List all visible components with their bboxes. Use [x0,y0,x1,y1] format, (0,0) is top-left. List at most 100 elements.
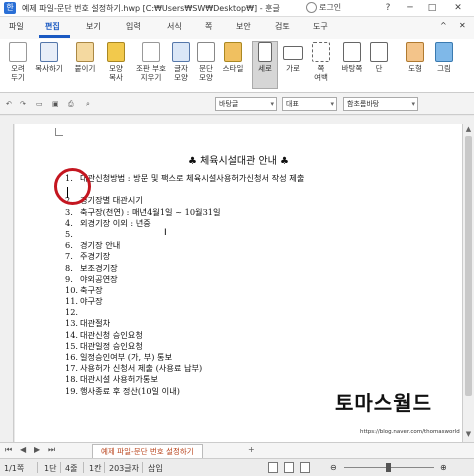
menu-security[interactable]: 보안 [236,21,251,32]
list-item-text: 일정승인여부 (가, 부) 통보 [80,352,173,362]
para-shape-button[interactable]: 문단 모양 [195,42,217,82]
format-painter-button[interactable]: 모양 복사 [103,42,129,82]
list-item: 11. 야구장 [65,296,445,307]
status-divider [60,462,61,473]
save-icon[interactable]: ▣ [52,97,59,111]
prev-tab-icon[interactable]: ◀ [20,445,26,454]
paste-icon [76,42,94,62]
paste-button[interactable]: 붙이기 [70,42,100,73]
list-item: 12. [65,307,445,318]
menu-review[interactable]: 검토 [275,21,290,32]
print-icon[interactable]: ⎙ [68,97,74,111]
list-item: 10. 축구장 [65,285,445,296]
menu-page[interactable]: 쪽 [205,21,212,32]
shape-button[interactable]: 도형 [404,42,426,73]
help-button[interactable]: ? [381,1,395,15]
collapse-ribbon-button[interactable]: ^ [440,21,447,30]
copy-icon [40,42,58,62]
list-item-number: 8. [65,262,73,273]
list-item-text: 대관절차 [80,318,111,329]
portrait-button[interactable]: 세로 [252,41,278,89]
shape-icon [406,42,424,62]
style-select[interactable]: 바탕글 [215,97,277,111]
title-bar: 한 예제 파일-문단 번호 설정하기.hwp [C:₩Users₩SW₩Desk… [0,0,474,17]
list-item: 7. 주경기장 [65,251,445,262]
redo-icon[interactable]: ↷ [20,97,26,111]
vertical-scrollbar[interactable]: ▲ ▼ [462,124,474,442]
menu-view[interactable]: 보기 [86,21,101,32]
scroll-down-icon[interactable]: ▼ [463,430,474,438]
language-select[interactable]: 대표 [282,97,337,111]
picture-icon [435,42,453,62]
view-outline-icon[interactable] [284,462,294,473]
menu-file[interactable]: 파일 [9,21,24,32]
portrait-label: 세로 [258,64,272,73]
close-window-button[interactable]: ✕ [451,1,465,15]
zoom-in-icon[interactable]: ⊕ [440,463,447,472]
maximize-button[interactable]: □ [425,1,439,15]
window-title: 예제 파일-문단 번호 설정하기.hwp [C:₩Users₩SW₩Deskto… [22,4,280,13]
new-tab-button[interactable]: + [248,445,255,454]
list-item-text: 외경기장 이외 : 년중 [80,217,151,228]
cut-label: 오려 두기 [11,64,25,82]
style-button[interactable]: 스타일 [218,42,248,73]
list-item-number: 5. [65,228,73,239]
landscape-button[interactable]: 가로 [282,42,304,73]
list-item-text: 야외공연장 [80,273,118,284]
numbered-list: 1. 대관신청방법 : 방문 및 팩스로 체육시설사용허가신청서 작성 제출 2. 경… [65,173,445,397]
status-line: 4줄 [65,464,78,473]
font-select[interactable]: 함초롬바탕 [343,97,418,111]
last-tab-icon[interactable]: ⏭ [48,445,55,455]
view-page-icon[interactable] [300,462,310,473]
first-tab-icon[interactable]: ⏮ [5,445,12,455]
status-section: 1단 [44,464,57,473]
minimize-button[interactable]: ─ [403,1,417,15]
document-page[interactable]: ♣ 체육시설대관 안내 ♣ 1. 대관신청방법 : 방문 및 팩스로 체육시설사용… [15,124,462,442]
list-item: 3. 축구장(천연) : 매년4월1일 ~ 10월31일 [65,207,445,218]
undo-icon[interactable]: ↶ [6,97,12,111]
list-item: 13. 대관절차 [65,318,445,329]
list-item-text: 주경기장 [80,251,111,262]
page-margin-icon [312,42,330,62]
page-margin-button[interactable]: 쪽 여백 [308,42,334,82]
menu-tools[interactable]: 도구 [313,21,328,32]
status-bar: 1/1쪽 1단 4줄 1칸 203글자 삽입 ⊖ ⊕ [0,458,474,476]
scroll-up-icon[interactable]: ▲ [463,125,474,133]
columns-button[interactable]: 단 [369,42,389,73]
erase-codes-button[interactable]: 조판 부호 지우기 [133,42,169,82]
master-page-button[interactable]: 바탕쪽 [337,42,367,73]
shape-label: 도형 [408,64,422,73]
picture-button[interactable]: 그림 [432,42,456,73]
list-item-number: 19. [65,385,79,396]
view-normal-icon[interactable] [268,462,278,473]
copy-button[interactable]: 복사하기 [32,42,66,73]
status-insert-mode[interactable]: 삽입 [148,463,163,474]
next-tab-icon[interactable]: ▶ [34,445,40,454]
list-item-number: 4. [65,217,73,228]
copy-label: 복사하기 [35,64,63,73]
zoom-out-icon[interactable]: ⊖ [330,463,337,472]
list-item: 14. 대관신청 승인요청 [65,330,445,341]
login-button[interactable]: 로그인 [306,2,341,13]
status-char-count: 203글자 [109,464,139,473]
open-icon[interactable]: ▭ [36,97,43,111]
scroll-thumb[interactable] [465,136,472,396]
status-page: 1/1쪽 [4,464,25,473]
list-item-text: 대관신청 승인요청 [80,329,143,340]
char-shape-button[interactable]: 글자 모양 [170,42,192,82]
list-item-text: 대관시설 사용허가통보 [80,374,158,385]
list-item: 18. 대관시설 사용허가통보 [65,374,445,385]
menu-bar: 파일 편집 보기 입력 서식 쪽 보안 검토 도구 ^ ✕ [0,17,474,39]
char-shape-icon [172,42,190,62]
menu-edit[interactable]: 편집 [45,21,60,32]
document-tab[interactable]: 예제 파일-문단 번호 설정하기 [92,444,203,458]
menu-insert[interactable]: 입력 [126,21,141,32]
format-painter-icon [107,42,125,62]
cut-button[interactable]: 오려 두기 [6,42,30,82]
find-icon[interactable]: ⌕ [86,97,90,111]
zoom-slider-thumb[interactable] [386,463,391,472]
menu-format[interactable]: 서식 [167,21,182,32]
master-page-icon [343,42,361,62]
close-document-button[interactable]: ✕ [459,21,466,30]
paste-label: 붙이기 [74,64,96,73]
